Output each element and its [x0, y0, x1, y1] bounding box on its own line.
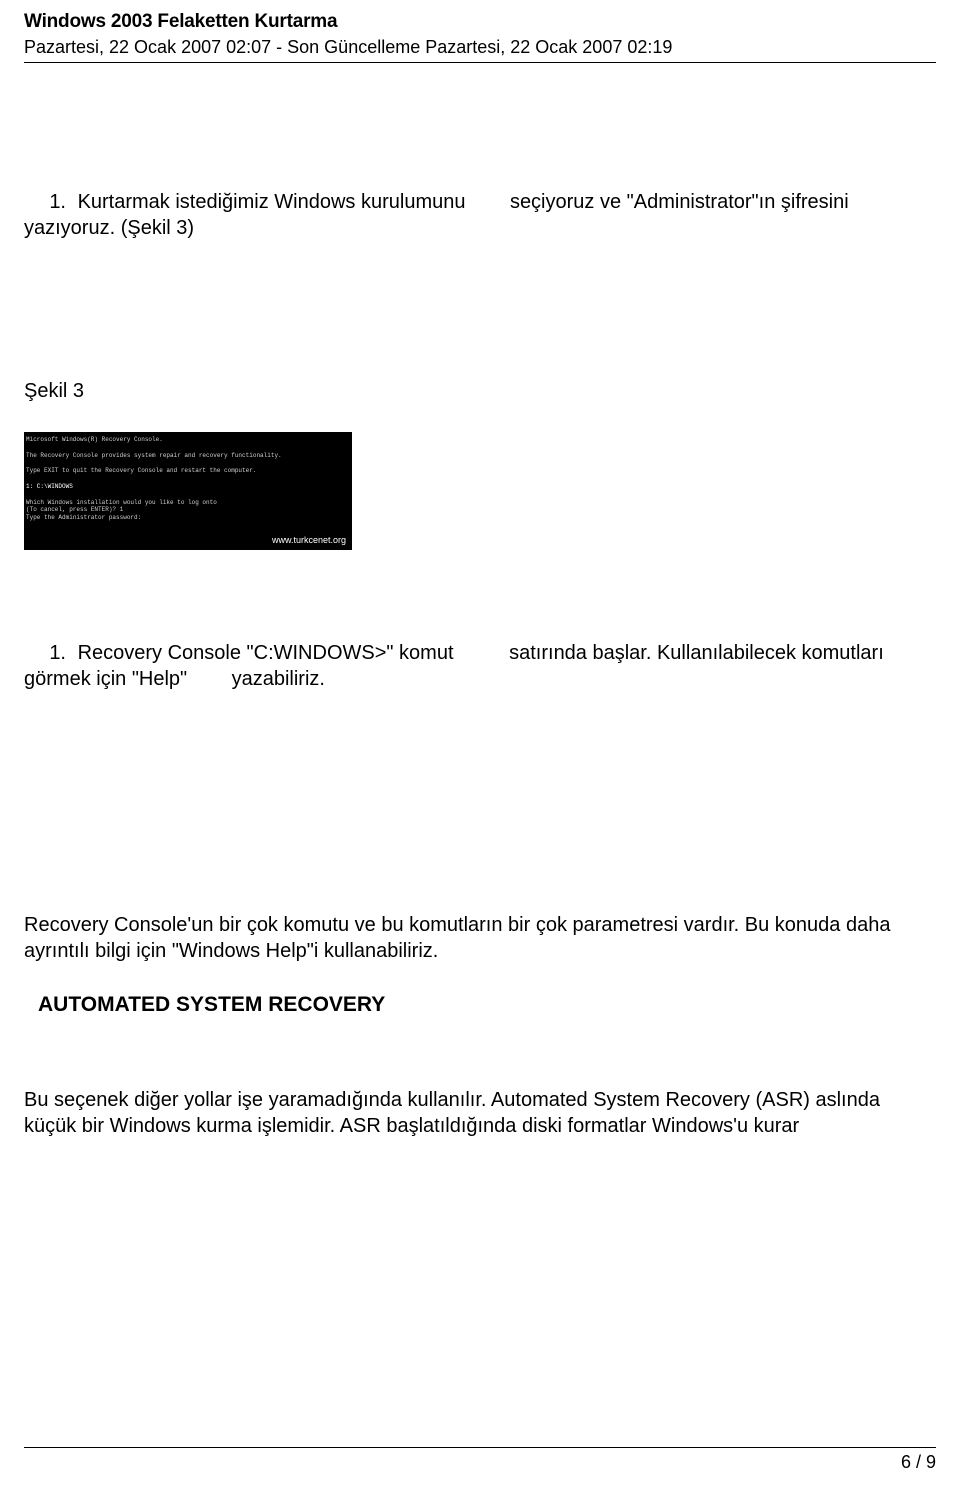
list-number: 1.	[36, 640, 66, 666]
console-line: Microsoft Windows(R) Recovery Console.	[26, 436, 163, 443]
recovery-console-screenshot: Microsoft Windows(R) Recovery Console. T…	[24, 432, 352, 550]
console-watermark-url: www.turkcenet.org	[272, 535, 346, 547]
paragraph-2-part-a: Recovery Console "C:WINDOWS>" komut	[78, 642, 454, 664]
list-number: 1.	[36, 189, 66, 215]
console-line: (To cancel, press ENTER)? 1	[26, 506, 123, 513]
paragraph-2-part-c: görmek için "Help"	[24, 668, 187, 690]
paragraph-2-part-d: yazabiliriz.	[232, 668, 325, 690]
document-meta: Pazartesi, 22 Ocak 2007 02:07 - Son Günc…	[24, 36, 936, 59]
paragraph-4: Bu seçenek diğer yollar işe yaramadığınd…	[24, 1087, 936, 1139]
paragraph-1-part-c: yazıyoruz. (Şekil 3)	[24, 217, 194, 239]
figure-caption: Şekil 3	[24, 379, 936, 404]
page: Windows 2003 Felaketten Kurtarma Pazarte…	[0, 0, 960, 1487]
section-heading-asr: AUTOMATED SYSTEM RECOVERY	[38, 992, 936, 1018]
console-line: Which Windows installation would you lik…	[26, 499, 217, 506]
console-line: 1: C:\WINDOWS	[26, 483, 73, 490]
paragraph-1-part-a: Kurtarmak istediğimiz Windows kurulumunu	[78, 191, 466, 213]
paragraph-1-part-b: seçiyoruz ve "Administrator"ın şifresini	[510, 191, 849, 213]
page-number: 6 / 9	[24, 1448, 936, 1474]
console-line: Type EXIT to quit the Recovery Console a…	[26, 467, 256, 474]
content-area: 1. Kurtarmak istediğimiz Windows kurulum…	[24, 63, 936, 1138]
console-line: The Recovery Console provides system rep…	[26, 452, 282, 459]
document-title: Windows 2003 Felaketten Kurtarma	[24, 10, 936, 34]
paragraph-2: 1. Recovery Console "C:WINDOWS>" komut s…	[24, 640, 936, 692]
paragraph-1: 1. Kurtarmak istediğimiz Windows kurulum…	[24, 189, 936, 241]
page-footer: 6 / 9	[24, 1447, 936, 1474]
page-header: Windows 2003 Felaketten Kurtarma Pazarte…	[24, 10, 936, 63]
paragraph-3: Recovery Console'un bir çok komutu ve bu…	[24, 912, 936, 964]
console-line: Type the Administrator password:	[26, 514, 141, 521]
paragraph-2-part-b: satırında başlar. Kullanılabilecek komut…	[509, 642, 884, 664]
